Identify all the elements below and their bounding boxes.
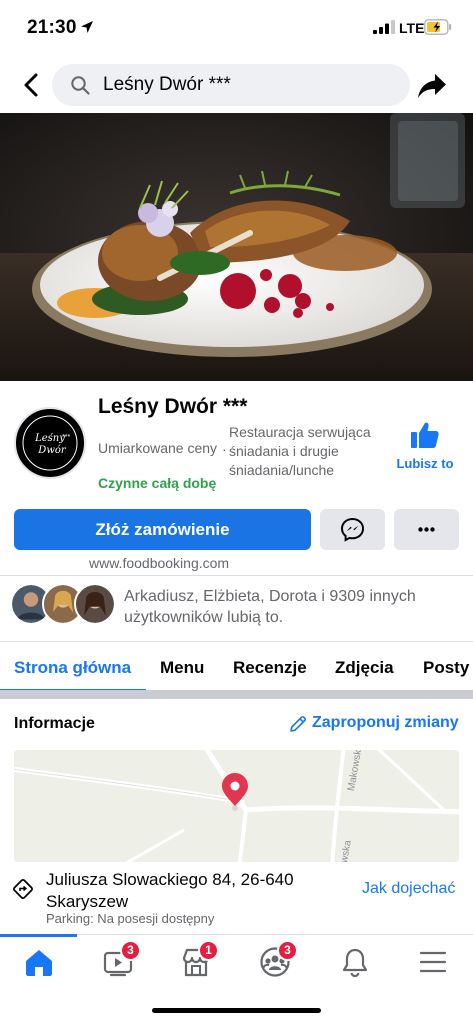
messenger-icon xyxy=(340,517,365,542)
status-time: 21:30 xyxy=(27,17,77,38)
network-label: LTE xyxy=(399,20,425,36)
price-range: Umiarkowane ceny xyxy=(98,440,218,456)
friend-avatar xyxy=(74,583,116,625)
groups-badge: 3 xyxy=(277,940,298,961)
more-options-button[interactable] xyxy=(394,509,459,550)
share-button[interactable] xyxy=(416,70,448,102)
website-link[interactable]: www.foodbooking.com xyxy=(89,555,229,571)
signal-icon xyxy=(373,20,395,34)
tab-home[interactable]: Strona główna xyxy=(14,658,131,678)
suggest-edits-label: Zaproponuj zmiany xyxy=(312,714,459,731)
status-bar: 21:30 LTE xyxy=(0,0,473,56)
map-roads xyxy=(14,750,459,862)
watch-badge: 3 xyxy=(120,940,141,961)
marketplace-badge: 1 xyxy=(198,940,219,961)
page-logo: Leśny Dwór *** xyxy=(17,410,83,476)
friends-like-text[interactable]: Arkadiusz, Elżbieta, Dorota i 9309 innyc… xyxy=(124,586,464,628)
friends-avatars[interactable] xyxy=(10,583,116,627)
get-directions-link[interactable]: Jak dojechać xyxy=(362,880,455,898)
page-name: Leśny Dwór *** xyxy=(98,395,248,418)
search-bar[interactable]: Leśny Dwór *** xyxy=(52,64,410,106)
home-icon xyxy=(26,950,52,976)
home-indicator xyxy=(152,1008,321,1013)
active-nav-indicator xyxy=(0,934,77,937)
nav-groups[interactable]: 3 xyxy=(255,940,298,980)
divider xyxy=(0,575,473,576)
more-dots-icon xyxy=(418,527,435,532)
like-label: Lubisz to xyxy=(396,456,454,471)
nav-marketplace[interactable]: 1 xyxy=(176,940,219,980)
section-separator xyxy=(0,690,473,699)
page-tabs: Strona główna Menu Recenzje Zdjęcia Post… xyxy=(0,641,473,692)
svg-text:Dwór: Dwór xyxy=(37,445,67,456)
location-arrow-icon xyxy=(81,21,93,33)
nav-watch[interactable]: 3 xyxy=(98,940,141,980)
battery-icon xyxy=(424,19,452,35)
svg-text:***: *** xyxy=(62,434,70,441)
tab-photos[interactable]: Zdjęcia xyxy=(335,658,394,678)
page-category: · Restauracja serwująca śniadania i drug… xyxy=(222,423,382,480)
category-separator: · xyxy=(222,441,227,457)
category-text: Restauracja serwująca śniadania i drugie… xyxy=(229,424,371,478)
nav-menu[interactable] xyxy=(413,944,453,980)
tab-posts[interactable]: Posty xyxy=(423,658,469,678)
bell-icon xyxy=(342,948,368,978)
messenger-button[interactable] xyxy=(320,509,385,550)
order-button[interactable]: Złóż zamówienie xyxy=(14,509,311,550)
like-button[interactable]: Lubisz to xyxy=(390,420,460,478)
search-icon xyxy=(71,76,90,95)
open-status: Czynne całą dobę xyxy=(98,475,217,491)
cover-photo[interactable] xyxy=(0,113,473,381)
tab-reviews[interactable]: Recenzje xyxy=(233,658,307,678)
svg-text:Leśny: Leśny xyxy=(34,433,65,444)
pencil-icon xyxy=(290,715,307,732)
search-query: Leśny Dwór *** xyxy=(103,74,231,95)
suggest-edits-link[interactable]: Zaproponuj zmiany xyxy=(289,714,459,732)
menu-icon xyxy=(419,951,447,973)
directions-icon xyxy=(13,879,33,899)
info-section-title: Informacje xyxy=(14,715,95,732)
back-button[interactable] xyxy=(20,70,44,100)
map[interactable]: Makowska wska xyxy=(14,750,459,862)
page-avatar[interactable]: Leśny Dwór *** xyxy=(14,407,86,479)
nav-home[interactable] xyxy=(19,944,59,980)
nav-notifications[interactable] xyxy=(335,944,375,980)
tab-menu[interactable]: Menu xyxy=(160,658,204,678)
parking-info: Parking: Na posesji dostępny xyxy=(46,911,215,926)
thumbs-up-icon xyxy=(411,422,439,448)
address[interactable]: Juliusza Slowackiego 84, 26-640 Skarysze… xyxy=(46,869,326,913)
